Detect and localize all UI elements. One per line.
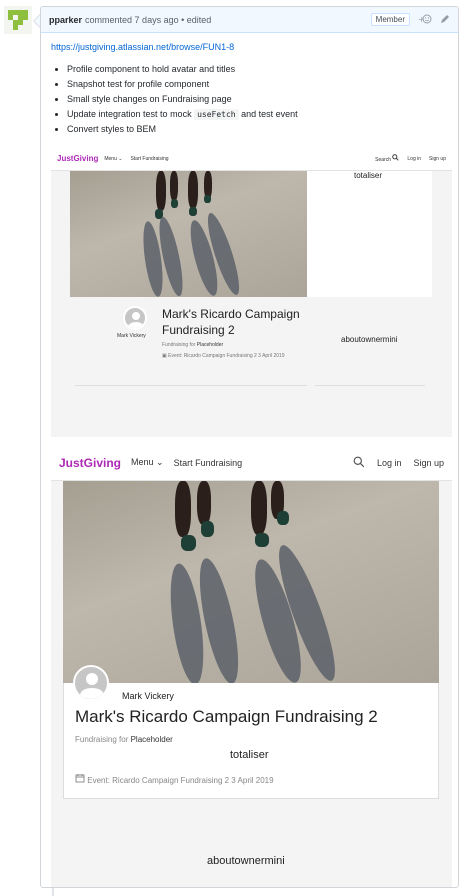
profile-card: Mark Vickery Mark's Ricardo Campaign Fun… <box>63 683 439 799</box>
menu-link[interactable]: Menu ⌄ <box>131 457 164 468</box>
screenshot-desktop: JustGiving Menu ⌄ Start Fundraising Sear… <box>51 147 452 437</box>
owner-avatar <box>123 306 147 330</box>
comment-box: pparker commented 7 days ago • edited Me… <box>40 6 459 888</box>
justgiving-logo[interactable]: JustGiving <box>57 154 98 163</box>
smiley-icon[interactable]: + <box>418 14 432 26</box>
chevron-down-icon: ⌄ <box>118 155 123 162</box>
inline-code: useFetch <box>194 109 239 120</box>
chevron-down-icon: ⌄ <box>156 457 164 467</box>
change-list: Profile component to hold avatar and tit… <box>67 62 448 137</box>
search-icon[interactable] <box>353 456 365 470</box>
list-item: Small style changes on Fundraising page <box>67 92 448 107</box>
justgiving-logo[interactable]: JustGiving <box>59 456 121 470</box>
jira-issue-link[interactable]: https://justgiving.atlassian.net/browse/… <box>51 42 234 52</box>
page-title: Mark's Ricardo Campaign Fundraising 2 <box>162 307 300 337</box>
charity-name[interactable]: Placeholder <box>131 735 173 744</box>
divider <box>315 385 425 386</box>
charity-name[interactable]: Placeholder <box>197 342 223 348</box>
list-item: Update integration test to mock useFetch… <box>67 107 448 122</box>
pencil-icon[interactable] <box>440 14 450 26</box>
totaliser-text: totaliser <box>354 171 383 180</box>
comment-caret-inner <box>34 15 40 27</box>
comment-meta[interactable]: commented 7 days ago • edited <box>85 15 211 25</box>
event-line: Event: Ricardo Campaign Fundraising 2 3 … <box>75 773 274 785</box>
owner-avatar <box>73 665 109 701</box>
fundraising-for: Fundraising for Placeholder <box>75 735 173 744</box>
menu-link[interactable]: Menu ⌄ <box>104 156 122 162</box>
start-fundraising-link[interactable]: Start Fundraising <box>130 156 168 162</box>
comment-author[interactable]: pparker <box>49 15 82 25</box>
list-item: Convert styles to BEM <box>67 122 448 137</box>
search-link[interactable]: Search <box>375 154 400 163</box>
aboutowner-text: aboutownermini <box>341 335 398 344</box>
fundraising-for: Fundraising for Placeholder <box>162 342 224 348</box>
totaliser-panel: totaliser <box>307 171 432 297</box>
page-title: Mark's Ricardo Campaign Fundraising 2 <box>75 707 378 726</box>
screenshot-mobile: JustGiving Menu ⌄ Start Fundraising Log … <box>51 445 452 887</box>
login-link[interactable]: Log in <box>407 156 421 162</box>
totaliser-text: totaliser <box>230 749 269 761</box>
list-item: Snapshot test for profile component <box>67 77 448 92</box>
calendar-icon <box>75 774 85 783</box>
justgiving-navbar: JustGiving Menu ⌄ Start Fundraising Sear… <box>51 147 452 171</box>
owner-name: Mark Vickery <box>117 333 146 339</box>
comment-header: pparker commented 7 days ago • edited Me… <box>41 7 458 33</box>
owner-name: Mark Vickery <box>122 691 174 701</box>
divider <box>75 385 307 386</box>
signup-link[interactable]: Sign up <box>413 458 444 468</box>
calendar-icon: ▣ <box>162 353 167 359</box>
login-link[interactable]: Log in <box>377 458 402 468</box>
event-line: ▣ Event: Ricardo Campaign Fundraising 2 … <box>162 353 285 359</box>
member-badge: Member <box>370 13 410 26</box>
hero-photo <box>70 171 307 297</box>
aboutowner-text: aboutownermini <box>207 855 285 867</box>
commenter-avatar[interactable] <box>4 6 32 34</box>
justgiving-navbar: JustGiving Menu ⌄ Start Fundraising Log … <box>51 445 452 481</box>
signup-link[interactable]: Sign up <box>429 156 446 162</box>
hero-photo <box>63 481 439 683</box>
list-item: Profile component to hold avatar and tit… <box>67 62 448 77</box>
start-fundraising-link[interactable]: Start Fundraising <box>174 458 243 468</box>
search-icon <box>392 154 400 161</box>
comment-body: https://justgiving.atlassian.net/browse/… <box>41 33 458 137</box>
